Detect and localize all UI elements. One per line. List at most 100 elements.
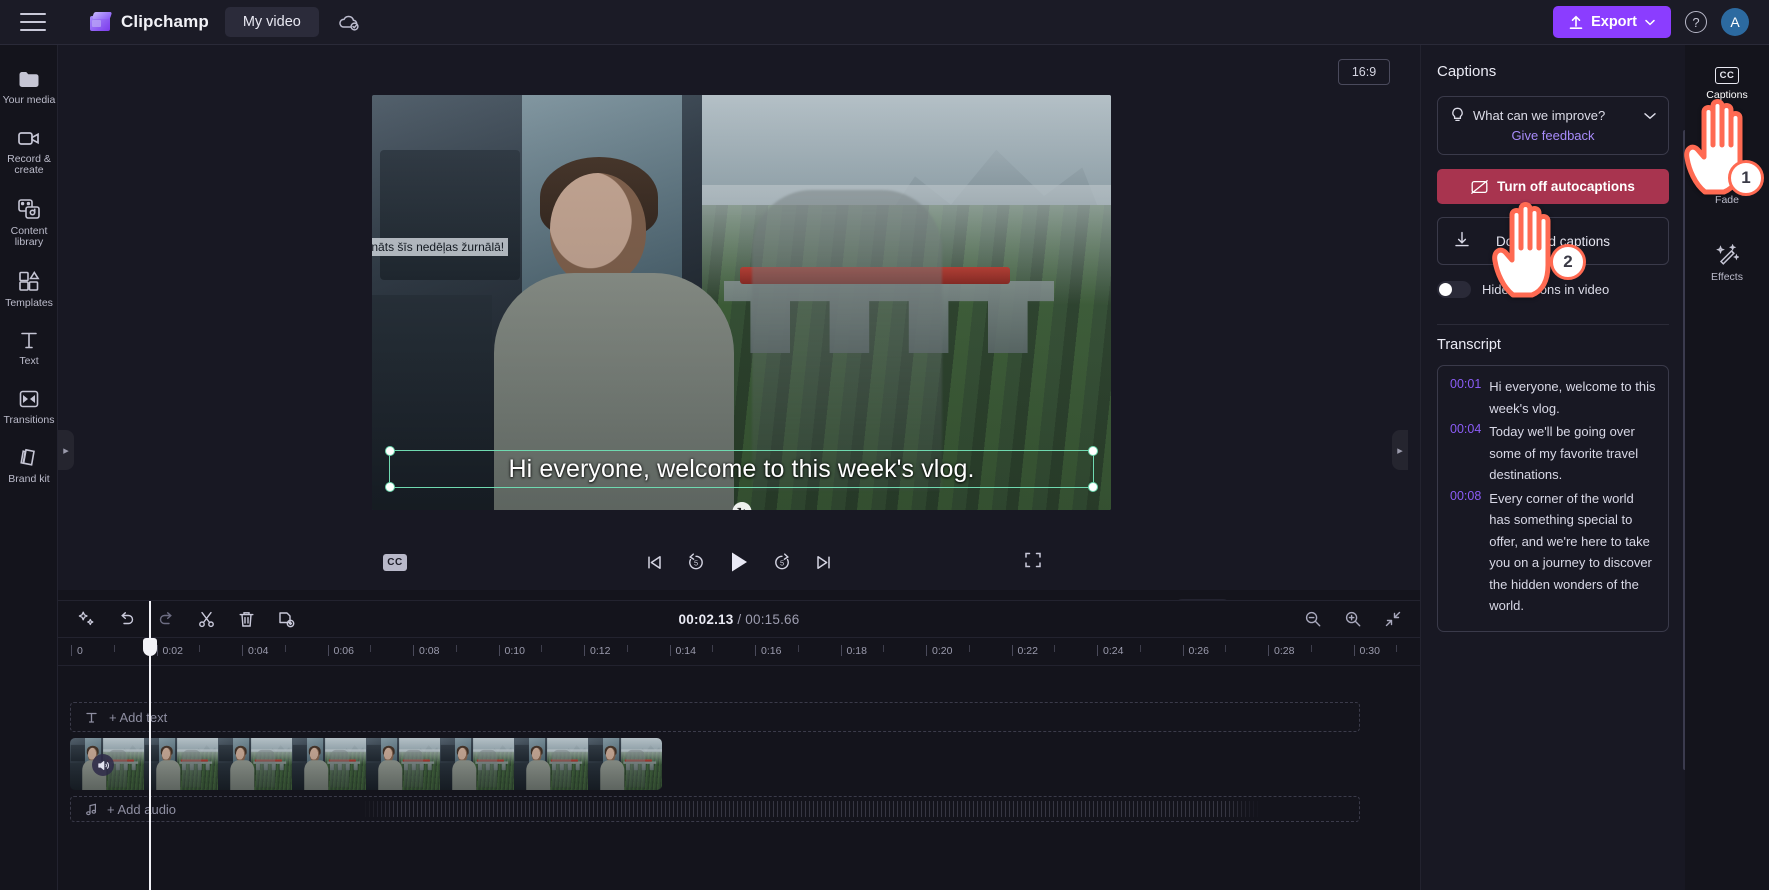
sidebar-item-brand-kit[interactable]: Brand kit (0, 435, 58, 495)
ruler-mark: 0:16 (754, 645, 782, 657)
ruler-tick (1310, 645, 1312, 652)
sidebar-item-transitions[interactable]: Transitions (0, 377, 58, 436)
transcript-line[interactable]: 00:01 Hi everyone, welcome to this week'… (1450, 376, 1656, 419)
transcript-line[interactable]: 00:04 Today we'll be going over some of … (1450, 421, 1656, 486)
ruler-mark: 0:24 (1096, 645, 1124, 657)
delete-icon[interactable] (237, 610, 256, 629)
undo-icon[interactable] (117, 610, 136, 629)
templates-icon (18, 270, 40, 291)
play-icon[interactable] (728, 550, 750, 574)
cc-toggle-button[interactable]: CC (383, 553, 407, 571)
magic-icon[interactable] (77, 610, 96, 629)
audio-waveform (361, 801, 1261, 817)
top-bar: Clipchamp My video Export ? A (0, 0, 1769, 45)
ruler-mark: 0:08 (412, 645, 440, 657)
sidebar-item-label: Templates (5, 296, 53, 309)
panel-collapse-handle[interactable]: ▸ (1392, 430, 1408, 470)
text-track-placeholder[interactable]: + Add text (70, 702, 1360, 732)
feedback-prompt: What can we improve? (1473, 108, 1606, 123)
sidebar-item-label: Record & create (7, 152, 51, 176)
player-controls: CC 5 5 (58, 537, 1420, 587)
speaker-icon[interactable] (92, 754, 114, 776)
video-stage[interactable]: Labdien, sveicināts šīs nedēļas žurnālā!… (372, 95, 1111, 510)
ruler-tick (113, 645, 115, 652)
fit-to-screen-icon[interactable] (1384, 610, 1402, 628)
left-sidebar: Your media Record & create Content libra… (0, 45, 58, 890)
fullscreen-icon[interactable] (1024, 551, 1042, 574)
ruler-tick (1396, 645, 1398, 652)
text-icon (21, 332, 37, 349)
timeline-ruler[interactable]: 0 0:02 0:04 0:06 0:08 0:10 0:12 0:14 0:16 0:18 0:2… (58, 638, 1420, 666)
ruler-tick (797, 645, 799, 652)
caption-text: Hi everyone, welcome to this week's vlog… (508, 454, 975, 483)
skip-to-start-icon[interactable] (645, 553, 664, 572)
sidebar-item-content-library[interactable]: Content library (0, 186, 58, 258)
ruler-mark: 0:14 (669, 645, 696, 657)
brand: Clipchamp (90, 12, 209, 32)
project-name-field[interactable]: My video (224, 7, 319, 37)
zoom-out-icon[interactable] (1304, 610, 1322, 628)
sidebar-item-record-create[interactable]: Record & create (0, 116, 58, 186)
transcript-line[interactable]: 00:08 Every corner of the world has some… (1450, 488, 1656, 617)
video-clip[interactable] (70, 738, 662, 790)
timeline-zoom-tools (1304, 610, 1402, 628)
sidebar-item-templates[interactable]: Templates (0, 258, 58, 319)
clip-thumbnail (218, 738, 292, 790)
ruler-mark: 0:22 (1011, 645, 1038, 657)
export-button[interactable]: Export (1553, 6, 1671, 38)
clipchamp-logo-icon (90, 12, 113, 32)
ruler-tick (199, 645, 201, 652)
transcript-title: Transcript (1437, 324, 1669, 353)
clip-thumbnail (588, 738, 662, 790)
time-separator: / (733, 611, 746, 627)
clipchamp-editor: Clipchamp My video Export ? A Your media… (0, 0, 1769, 890)
resize-handle-bottom-left[interactable] (385, 482, 395, 492)
cloud-sync-icon[interactable] (337, 10, 361, 34)
audio-track-placeholder[interactable]: + Add audio (70, 796, 1360, 822)
feedback-box: What can we improve? Give feedback (1437, 96, 1669, 155)
ruler-mark: 0 (71, 645, 83, 657)
resize-handle-top-right[interactable] (1088, 446, 1098, 456)
hamburger-icon[interactable] (20, 13, 46, 31)
sidebar-item-label: Brand kit (8, 473, 50, 485)
ruler-tick (1139, 645, 1141, 652)
overlay-subtitle: Labdien, sveicināts šīs nedēļas žurnālā! (372, 238, 509, 256)
resize-handle-top-left[interactable] (385, 446, 395, 456)
ruler-tick (712, 645, 714, 652)
sidebar-item-label: Text (19, 355, 39, 367)
skip-to-end-icon[interactable] (814, 553, 833, 572)
hide-captions-toggle[interactable] (1437, 281, 1471, 298)
ruler-mark: 0:10 (498, 645, 525, 657)
ruler-tick (968, 645, 970, 652)
rewind-5s-icon[interactable]: 5 (686, 552, 706, 572)
sidebar-item-your-media[interactable]: Your media (0, 57, 58, 116)
give-feedback-link[interactable]: Give feedback (1450, 128, 1656, 143)
split-icon[interactable] (197, 610, 216, 629)
resize-handle-bottom-right[interactable] (1088, 482, 1098, 492)
chevron-down-icon[interactable] (1644, 112, 1656, 120)
forward-5s-icon[interactable]: 5 (772, 552, 792, 572)
effects-tool-rail-item[interactable]: Effects (1685, 234, 1769, 293)
svg-text:5: 5 (780, 558, 784, 567)
ruler-tick (1225, 645, 1227, 652)
transcript-box[interactable]: 00:01 Hi everyone, welcome to this week'… (1437, 365, 1669, 632)
timeline-tools (77, 610, 296, 629)
avatar[interactable]: A (1721, 8, 1749, 36)
ruler-tick (455, 645, 457, 652)
zoom-in-icon[interactable] (1344, 610, 1362, 628)
redo-icon[interactable] (157, 610, 176, 629)
top-bar-right: Export ? A (1553, 6, 1769, 38)
tool-label: Effects (1711, 271, 1743, 283)
caption-selection-box[interactable]: Hi everyone, welcome to this week's vlog… (385, 446, 1098, 510)
ruler-mark: 0:20 (925, 645, 953, 657)
timeline: 00:02.13 / 00:15.66 0 0:02 0:04 0:06 0:08 0:1… (58, 600, 1420, 890)
sidebar-expand-handle[interactable]: ▸ (58, 430, 74, 470)
playhead[interactable] (143, 601, 157, 890)
clip-thumbnail (292, 738, 366, 790)
duplicate-icon[interactable] (277, 610, 296, 629)
ruler-mark: 0:12 (583, 645, 611, 657)
aspect-ratio-chip[interactable]: 16:9 (1338, 59, 1390, 85)
sidebar-item-text[interactable]: Text (0, 318, 58, 377)
help-icon[interactable]: ? (1685, 11, 1707, 33)
sidebar-item-label: Content library (10, 224, 48, 248)
